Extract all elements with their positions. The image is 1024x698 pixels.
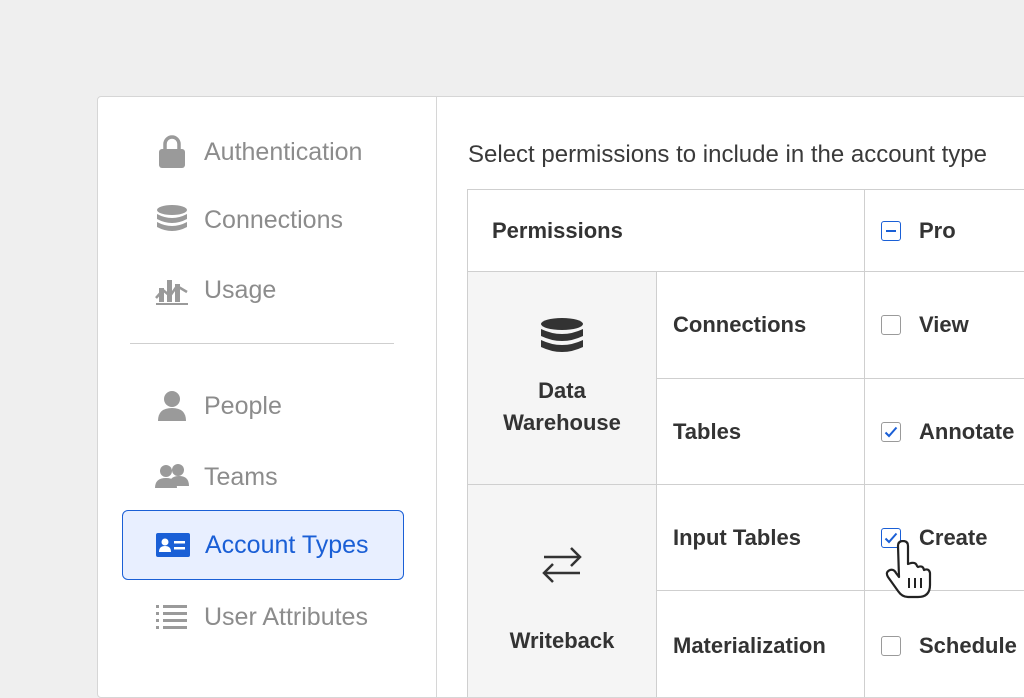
sidebar-item-label: Teams	[204, 462, 278, 491]
database-icon	[540, 317, 584, 365]
category-label: Warehouse	[503, 410, 621, 435]
list-icon	[154, 599, 190, 635]
table-row-permission: Annotate	[865, 379, 1024, 485]
sidebar-item-label: Usage	[204, 275, 277, 304]
sidebar-item-connections[interactable]: Connections	[122, 185, 404, 255]
table-row-name: Tables	[657, 379, 865, 485]
sidebar-item-label: Connections	[204, 205, 343, 234]
sidebar-item-teams[interactable]: Teams	[122, 442, 404, 512]
table-header-permissions: Permissions	[468, 190, 865, 272]
permission-label: Schedule	[919, 632, 1017, 658]
permission-checkbox[interactable]	[881, 315, 901, 335]
sidebar-item-label: People	[204, 391, 282, 420]
hand-cursor-icon	[884, 539, 942, 600]
sidebar-item-people[interactable]: People	[122, 371, 404, 441]
category-label: Writeback	[509, 627, 615, 653]
sidebar-item-label: Account Types	[205, 530, 369, 559]
settings-panel: Authentication Connections Usage People	[97, 96, 1024, 698]
sidebar-divider	[130, 343, 394, 344]
database-icon	[154, 202, 190, 238]
sidebar-item-usage[interactable]: Usage	[122, 255, 404, 325]
permission-checkbox[interactable]	[881, 635, 901, 656]
permission-label: View	[919, 312, 969, 337]
group-icon	[154, 459, 190, 495]
indeterminate-checkbox[interactable]	[881, 220, 901, 241]
category-label: Data	[538, 378, 586, 403]
row-name: Input Tables	[673, 524, 801, 550]
permissions-table: Permissions Pro Data Warehouse Writeback…	[467, 189, 1024, 697]
category-data-warehouse: Data Warehouse	[468, 272, 657, 485]
category-writeback: Writeback	[468, 485, 657, 697]
table-row-permission: View	[865, 272, 1024, 379]
chart-icon	[154, 272, 190, 308]
permission-label: Annotate	[919, 418, 1015, 444]
plan-label: Pro	[919, 217, 956, 243]
row-name: Connections	[673, 312, 807, 337]
table-row-name: Input Tables	[657, 485, 865, 591]
id-card-icon	[155, 527, 191, 563]
main-content: Select permissions to include in the acc…	[437, 97, 1024, 697]
person-icon	[154, 388, 190, 424]
sidebar-item-label: Authentication	[204, 137, 363, 166]
table-header-plan: Pro	[865, 190, 1024, 272]
header-label: Permissions	[492, 217, 623, 243]
table-row-name: Connections	[657, 272, 865, 379]
arrows-swap-icon	[540, 543, 584, 593]
sidebar: Authentication Connections Usage People	[98, 97, 437, 697]
row-name: Materialization	[673, 632, 826, 658]
sidebar-item-authentication[interactable]: Authentication	[122, 117, 404, 187]
page-subtitle: Select permissions to include in the acc…	[468, 141, 987, 168]
sidebar-item-label: User Attributes	[204, 602, 368, 631]
permission-checkbox[interactable]	[881, 421, 901, 442]
sidebar-item-account-types[interactable]: Account Types	[122, 510, 404, 580]
table-row-permission: Schedule	[865, 591, 1024, 697]
lock-icon	[154, 134, 190, 170]
table-row-name: Materialization	[657, 591, 865, 697]
sidebar-item-user-attributes[interactable]: User Attributes	[122, 582, 404, 652]
row-name: Tables	[673, 418, 742, 444]
